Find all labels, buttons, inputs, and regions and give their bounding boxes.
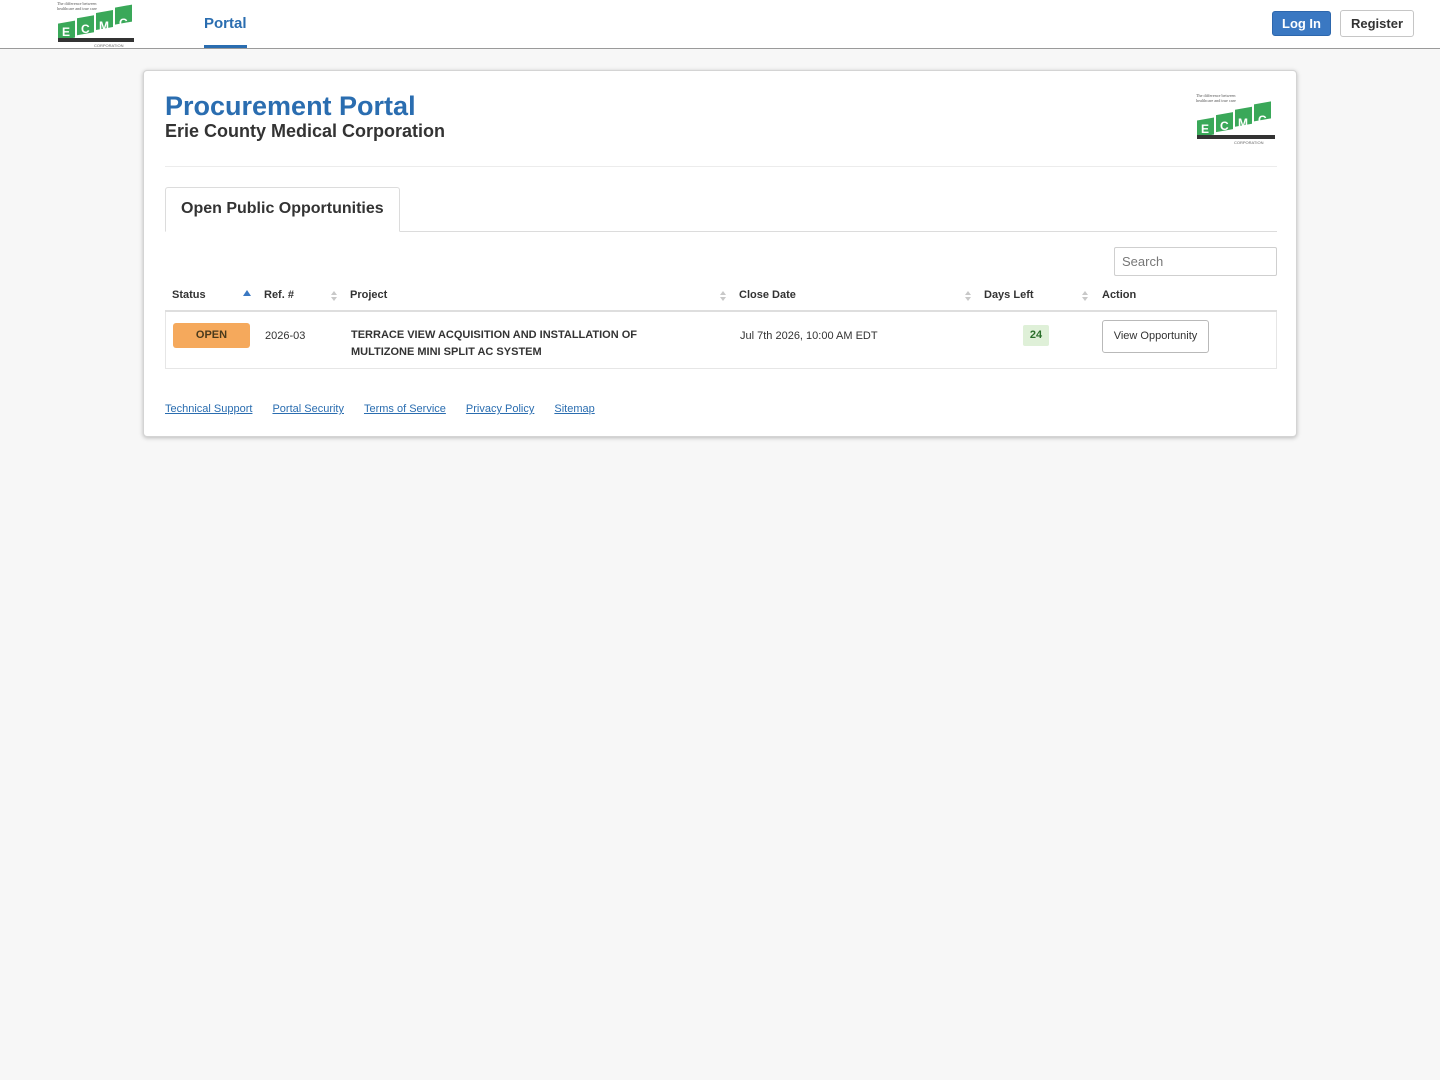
footer-link-privacy-policy[interactable]: Privacy Policy [466, 403, 534, 415]
header-divider [165, 166, 1277, 167]
nav-portal-link[interactable]: Portal [204, 0, 247, 48]
close-date: Jul 7th 2026, 10:00 AM EDT [740, 330, 878, 342]
svg-text:C: C [81, 22, 90, 36]
opportunities-table: Status Ref. # Project Close Date Days Le… [165, 283, 1277, 369]
footer-link-sitemap[interactable]: Sitemap [554, 403, 594, 415]
sort-both-icon[interactable] [719, 289, 727, 303]
sort-both-icon[interactable] [964, 289, 972, 303]
table-row: OPEN 2026-03 TERRACE VIEW ACQUISITION AN… [165, 312, 1277, 369]
column-header-action: Action [1102, 289, 1137, 301]
days-left-badge: 24 [1023, 325, 1049, 346]
column-header-ref[interactable]: Ref. # [264, 283, 294, 310]
project-title: TERRACE VIEW ACQUISITION AND INSTALLATIO… [351, 329, 637, 358]
ecmc-logo[interactable]: The difference between healthcare and tr… [56, 0, 138, 48]
footer-link-portal-security[interactable]: Portal Security [272, 403, 344, 415]
sort-asc-icon[interactable] [243, 289, 251, 303]
column-header-project[interactable]: Project [350, 283, 387, 310]
footer-link-technical-support[interactable]: Technical Support [165, 403, 252, 415]
svg-text:C: C [119, 16, 128, 30]
page-title: Procurement Portal [165, 91, 416, 121]
column-header-days-left[interactable]: Days Left [984, 283, 1034, 310]
svg-text:E: E [62, 25, 70, 39]
column-header-close-date[interactable]: Close Date [739, 283, 796, 310]
table-header: Status Ref. # Project Close Date Days Le… [165, 283, 1277, 312]
register-button[interactable]: Register [1340, 10, 1414, 37]
page-subtitle: Erie County Medical Corporation [165, 121, 446, 141]
view-opportunity-button[interactable]: View Opportunity [1102, 320, 1209, 353]
svg-text:C: C [1220, 119, 1229, 133]
svg-text:E: E [1201, 122, 1209, 136]
tab-open-public-opportunities[interactable]: Open Public Opportunities [165, 187, 400, 232]
column-header-status[interactable]: Status [172, 283, 206, 310]
sort-both-icon[interactable] [330, 289, 338, 303]
sort-both-icon[interactable] [1081, 289, 1089, 303]
svg-text:CORPORATION: CORPORATION [1234, 140, 1264, 145]
ref-number: 2026-03 [265, 330, 306, 342]
svg-text:healthcare and true care: healthcare and true care [1196, 98, 1236, 103]
login-button[interactable]: Log In [1272, 11, 1331, 36]
top-navbar: The difference between healthcare and tr… [0, 0, 1440, 49]
svg-text:healthcare and true care: healthcare and true care [57, 6, 97, 11]
svg-text:M: M [1238, 116, 1248, 130]
svg-text:M: M [99, 19, 109, 33]
portal-card: Procurement Portal Erie County Medical C… [143, 70, 1297, 437]
svg-text:CORPORATION: CORPORATION [94, 43, 124, 48]
search-input[interactable] [1114, 247, 1277, 276]
footer-link-terms-of-service[interactable]: Terms of Service [364, 403, 446, 415]
footer-links: Technical Support Portal Security Terms of… [165, 403, 615, 419]
svg-text:C: C [1258, 113, 1267, 127]
ecmc-header-logo: The difference between healthcare and tr… [1196, 93, 1275, 145]
status-badge: OPEN [173, 323, 250, 348]
